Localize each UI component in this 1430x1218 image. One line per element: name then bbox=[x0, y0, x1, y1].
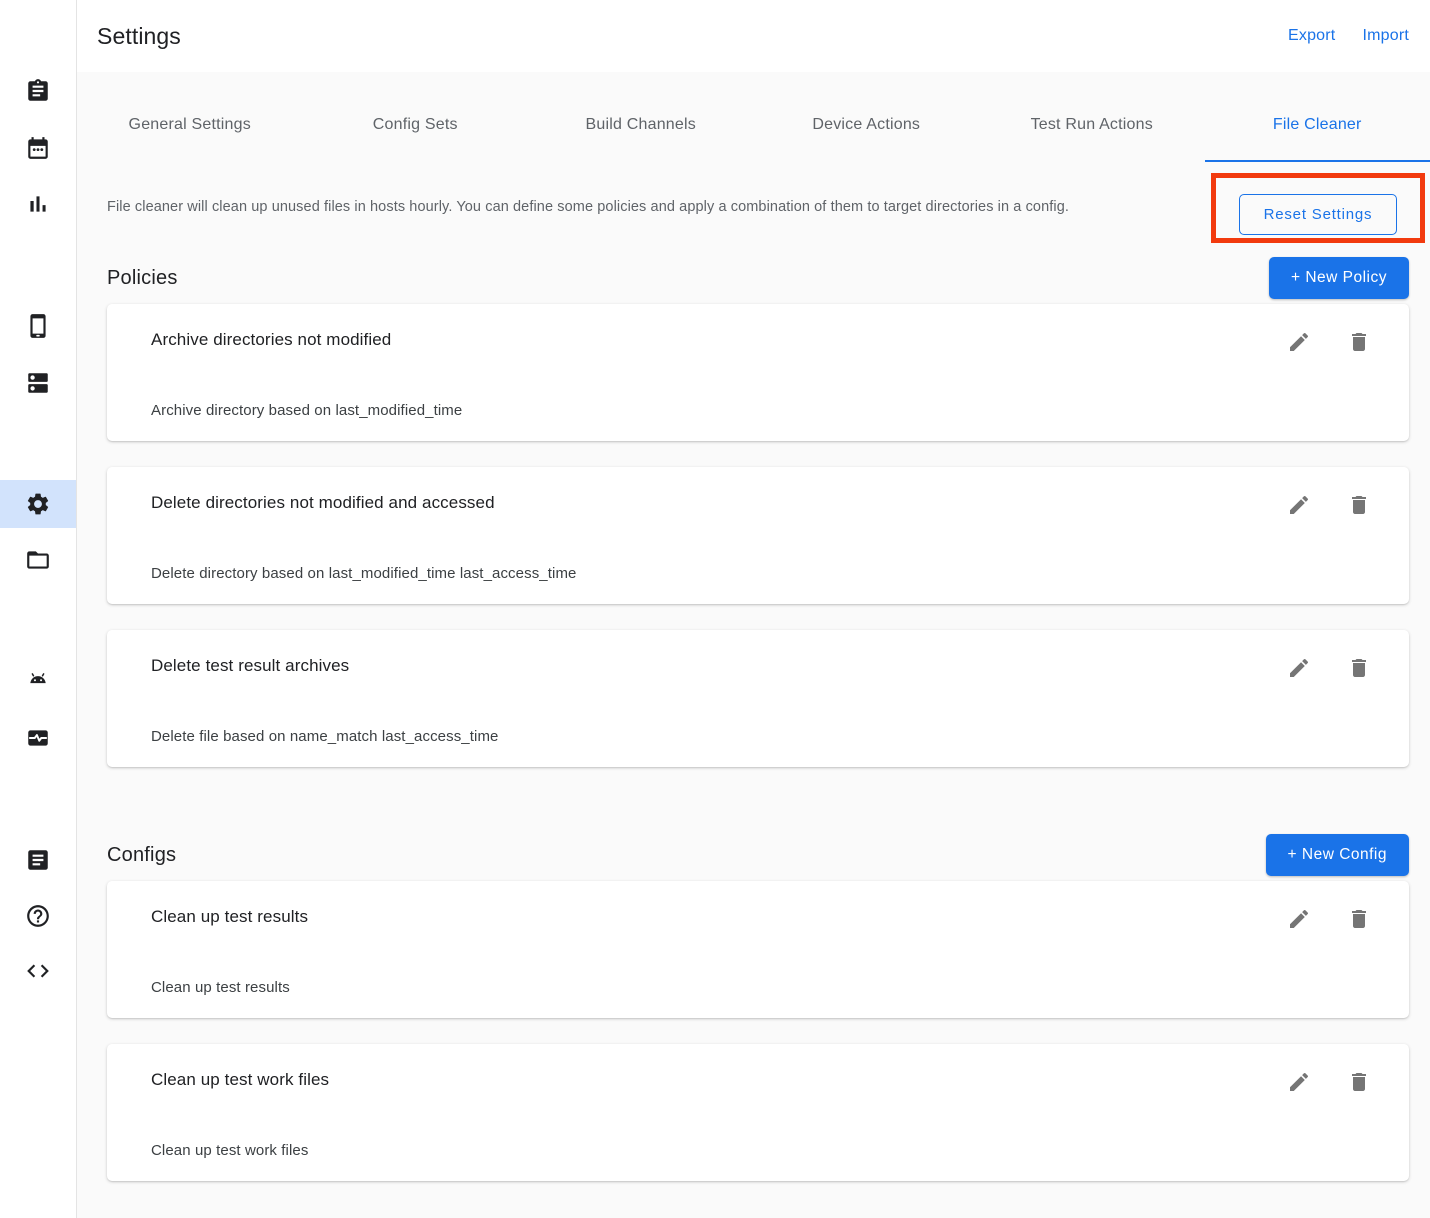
edit-pencil-icon bbox=[1287, 330, 1311, 354]
trash-icon bbox=[1347, 1070, 1371, 1094]
policy-card-actions bbox=[1287, 656, 1371, 680]
configs-section-header: Configs + New Config bbox=[107, 829, 1409, 881]
file-cleaner-description-row: File cleaner will clean up unused files … bbox=[107, 162, 1409, 252]
app-window: Settings Export Import General Settings … bbox=[0, 0, 1430, 1218]
policy-description: Archive directory based on last_modified… bbox=[151, 402, 1365, 419]
help-icon bbox=[25, 903, 51, 929]
delete-config-button[interactable] bbox=[1347, 1070, 1371, 1094]
policy-card: Delete directories not modified and acce… bbox=[107, 467, 1409, 604]
edit-policy-button[interactable] bbox=[1287, 330, 1311, 354]
edit-policy-button[interactable] bbox=[1287, 493, 1311, 517]
sidebar-item-file-browser[interactable] bbox=[0, 536, 76, 584]
android-icon bbox=[25, 668, 51, 694]
config-name: Clean up test results bbox=[151, 907, 1365, 927]
page-title: Settings bbox=[97, 23, 181, 50]
edit-config-button[interactable] bbox=[1287, 907, 1311, 931]
file-cleaner-description: File cleaner will clean up unused files … bbox=[107, 199, 1069, 215]
config-card-actions bbox=[1287, 907, 1371, 931]
trash-icon bbox=[1347, 656, 1371, 680]
config-description: Clean up test results bbox=[151, 979, 1365, 996]
delete-policy-button[interactable] bbox=[1347, 656, 1371, 680]
sidebar-item-plans[interactable] bbox=[0, 124, 76, 172]
sidebar-item-settings[interactable] bbox=[0, 480, 76, 528]
policy-description: Delete directory based on last_modified_… bbox=[151, 565, 1365, 582]
config-card-actions bbox=[1287, 1070, 1371, 1094]
policy-card-actions bbox=[1287, 330, 1371, 354]
reports-bar-chart-icon bbox=[25, 191, 51, 217]
settings-gear-icon bbox=[25, 491, 51, 517]
policy-card: Delete test result archives Delete file … bbox=[107, 630, 1409, 767]
docs-article-icon bbox=[25, 847, 51, 873]
annotation-highlight-box: Reset Settings bbox=[1211, 173, 1425, 243]
config-card: Clean up test work files Clean up test w… bbox=[107, 1044, 1409, 1181]
sidebar-item-reports[interactable] bbox=[0, 180, 76, 228]
config-card: Clean up test results Clean up test resu… bbox=[107, 881, 1409, 1018]
policy-name: Delete test result archives bbox=[151, 656, 1365, 676]
host-monitor-pulse-icon bbox=[25, 725, 51, 751]
sidebar-item-tests[interactable] bbox=[0, 67, 76, 115]
configs-section-title: Configs bbox=[107, 844, 176, 867]
tab-general-settings[interactable]: General Settings bbox=[77, 72, 303, 162]
tab-file-cleaner[interactable]: File Cleaner bbox=[1205, 72, 1430, 162]
new-policy-button[interactable]: + New Policy bbox=[1269, 257, 1409, 299]
tab-build-channels[interactable]: Build Channels bbox=[528, 72, 754, 162]
sidebar-item-host-monitor[interactable] bbox=[0, 714, 76, 762]
policy-name: Archive directories not modified bbox=[151, 330, 1365, 350]
delete-policy-button[interactable] bbox=[1347, 493, 1371, 517]
tab-config-sets[interactable]: Config Sets bbox=[303, 72, 529, 162]
edit-pencil-icon bbox=[1287, 907, 1311, 931]
sidebar-item-hosts[interactable] bbox=[0, 359, 76, 407]
sidebar-item-dev[interactable] bbox=[0, 947, 76, 995]
edit-config-button[interactable] bbox=[1287, 1070, 1311, 1094]
reset-settings-button[interactable]: Reset Settings bbox=[1239, 194, 1398, 235]
tab-bar: General Settings Config Sets Build Chann… bbox=[77, 72, 1430, 162]
edit-pencil-icon bbox=[1287, 1070, 1311, 1094]
edit-pencil-icon bbox=[1287, 493, 1311, 517]
trash-icon bbox=[1347, 493, 1371, 517]
policy-description: Delete file based on name_match last_acc… bbox=[151, 728, 1365, 745]
trash-icon bbox=[1347, 330, 1371, 354]
dev-code-icon bbox=[25, 958, 51, 984]
config-name: Clean up test work files bbox=[151, 1070, 1365, 1090]
page-header: Settings Export Import bbox=[77, 0, 1430, 72]
policies-section-title: Policies bbox=[107, 267, 178, 290]
trash-icon bbox=[1347, 907, 1371, 931]
new-config-button[interactable]: + New Config bbox=[1266, 834, 1409, 876]
policy-card-actions bbox=[1287, 493, 1371, 517]
policies-section-header: Policies + New Policy bbox=[107, 252, 1409, 304]
delete-policy-button[interactable] bbox=[1347, 330, 1371, 354]
sidebar bbox=[0, 0, 77, 1218]
delete-config-button[interactable] bbox=[1347, 907, 1371, 931]
config-description: Clean up test work files bbox=[151, 1142, 1365, 1159]
tests-clipboard-icon bbox=[25, 78, 51, 104]
plans-calendar-icon bbox=[25, 135, 51, 161]
tab-test-run-actions[interactable]: Test Run Actions bbox=[979, 72, 1205, 162]
sidebar-item-help[interactable] bbox=[0, 892, 76, 940]
header-actions: Export Import bbox=[1288, 27, 1409, 45]
import-link[interactable]: Import bbox=[1362, 27, 1409, 45]
export-link[interactable]: Export bbox=[1288, 27, 1335, 45]
sidebar-item-docs[interactable] bbox=[0, 836, 76, 884]
edit-pencil-icon bbox=[1287, 656, 1311, 680]
main-area: Settings Export Import General Settings … bbox=[77, 0, 1430, 1218]
settings-content: General Settings Config Sets Build Chann… bbox=[77, 72, 1430, 1218]
policy-name: Delete directories not modified and acce… bbox=[151, 493, 1365, 513]
sidebar-item-devices[interactable] bbox=[0, 302, 76, 350]
hosts-storage-icon bbox=[25, 370, 51, 396]
edit-policy-button[interactable] bbox=[1287, 656, 1311, 680]
file-browser-folder-icon bbox=[25, 547, 51, 573]
sidebar-item-android[interactable] bbox=[0, 657, 76, 705]
devices-phone-icon bbox=[25, 313, 51, 339]
policy-card: Archive directories not modified Archive… bbox=[107, 304, 1409, 441]
tab-device-actions[interactable]: Device Actions bbox=[754, 72, 980, 162]
